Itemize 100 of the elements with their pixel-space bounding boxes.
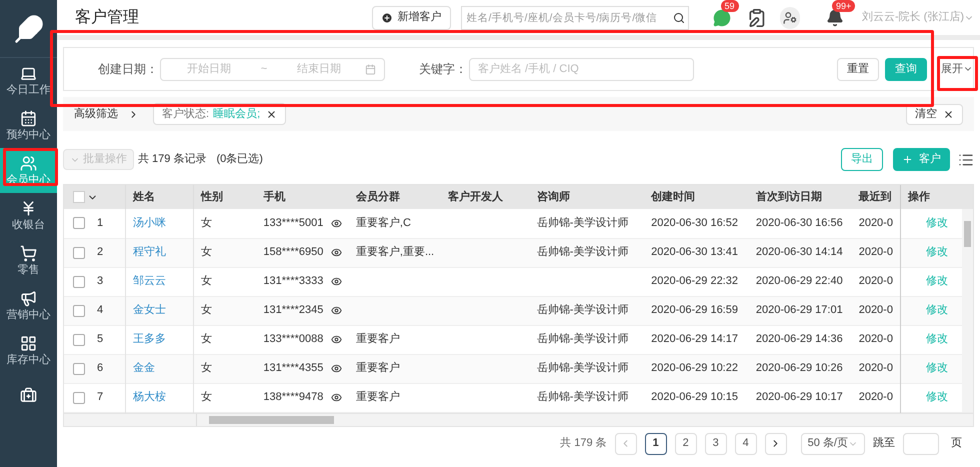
advanced-filter-link[interactable]: 高级筛选 (74, 106, 118, 122)
column-header: 姓名 (125, 185, 194, 209)
table-cell: 岳帅锦-美学设计师 (536, 391, 628, 404)
sidebar-item[interactable]: 收银台 (0, 193, 57, 238)
expand-button[interactable]: 展开 (941, 58, 973, 80)
keyword-field[interactable]: 客户姓名 /手机 / CIQ (469, 58, 694, 80)
column-header: 会员分群 (348, 185, 442, 209)
checkbox[interactable] (73, 392, 85, 404)
sidebar-item[interactable]: 预约中心 (0, 103, 57, 148)
eye-icon[interactable] (330, 247, 342, 258)
clear-button[interactable]: 清空 (906, 104, 963, 124)
page-button[interactable]: 2 (674, 432, 697, 454)
sidebar-item[interactable]: 库存中心 (0, 328, 57, 373)
customer-name-link[interactable]: 王多多 (132, 333, 166, 346)
table-cell: 2020-06-30 13:41 (651, 246, 738, 258)
table-cell: 2020-0 (858, 275, 893, 288)
calendar-icon (365, 64, 376, 74)
table-cell: 2020-06-29 22:40 (756, 275, 843, 288)
query-button[interactable]: 查询 (885, 58, 927, 80)
edit-link[interactable]: 修改 (926, 304, 948, 316)
checkbox[interactable] (73, 304, 85, 316)
table-cell-text: 131****2345 (263, 303, 324, 318)
column-header: 操作 (900, 185, 973, 209)
table-cell: 重要客户 (356, 391, 400, 404)
date-label: 创建日期： (98, 61, 158, 78)
customer-name-link[interactable]: 汤小咪 (132, 217, 166, 229)
checkbox[interactable] (73, 276, 85, 288)
checkbox[interactable] (73, 217, 85, 230)
row-number: 5 (97, 332, 104, 348)
table-cell: 女 (200, 304, 212, 316)
eye-icon[interactable] (330, 363, 342, 374)
page-button[interactable]: 3 (704, 432, 727, 454)
page-size-select[interactable]: 50 条/页 (800, 432, 865, 454)
tag-label: 客户状态: (162, 106, 210, 122)
column-header: 最近到 (852, 185, 900, 209)
table-cell: 岳帅锦-美学设计师 (536, 217, 628, 229)
table-cell: 女 (200, 246, 212, 258)
column-settings-icon[interactable] (958, 152, 974, 168)
eye-icon[interactable] (330, 218, 342, 229)
edit-link[interactable]: 修改 (926, 217, 948, 229)
table-cell: 重要客户,重要... (356, 246, 434, 258)
close-icon[interactable] (266, 108, 278, 120)
chat-icon[interactable] (712, 8, 731, 26)
table-cell-text: 138****9478 (263, 390, 324, 406)
eye-icon[interactable] (330, 276, 342, 287)
add-customer-button[interactable]: 新增客户 (372, 6, 451, 30)
row-number: 1 (97, 216, 104, 231)
table-cell-text: 133****0088 (263, 332, 324, 348)
user-menu[interactable]: 刘云云-院长 (张江店) (862, 9, 974, 26)
table-cell: 岳帅锦-美学设计师 (536, 333, 628, 346)
sidebar-item[interactable]: 零售 (0, 238, 57, 283)
clipboard-icon[interactable] (746, 6, 766, 28)
page-button[interactable]: 1 (644, 432, 667, 454)
reset-button[interactable]: 重置 (837, 58, 879, 80)
sidebar-item[interactable]: 营销中心 (0, 283, 57, 328)
customer-name-link[interactable]: 邹云云 (132, 275, 166, 288)
tag-value: 睡眠会员; (213, 106, 260, 122)
eye-icon[interactable] (330, 334, 342, 345)
bell-icon[interactable] (826, 8, 844, 26)
table-cell: 2020-06-29 22:32 (651, 275, 738, 288)
search-icon[interactable] (672, 12, 685, 24)
notification-badge: 99+ (832, 0, 856, 12)
edit-link[interactable]: 修改 (926, 333, 948, 346)
table-cell: 2020-06-29 14:36 (756, 333, 843, 346)
table-cell: 2020-0 (858, 391, 893, 404)
keyword-label: 关键字： (419, 61, 467, 78)
eye-icon[interactable] (330, 392, 342, 403)
customer-name-link[interactable]: 程守礼 (132, 246, 166, 258)
table-cell: 2020-0 (858, 362, 893, 374)
eye-icon[interactable] (330, 305, 342, 316)
edit-link[interactable]: 修改 (926, 275, 948, 288)
edit-link[interactable]: 修改 (926, 391, 948, 404)
column-header: 首次到访日期 (748, 185, 852, 209)
megaphone-icon (20, 290, 37, 307)
table-cell: 2020-06-29 16:59 (651, 304, 738, 316)
table-cell: 2020-06-29 10:15 (651, 391, 738, 404)
customer-name-link[interactable]: 金金 (132, 362, 155, 374)
checkbox[interactable] (73, 246, 85, 258)
customer-name-link[interactable]: 金女士 (132, 304, 166, 316)
page-button[interactable]: 4 (734, 432, 757, 454)
row-number: 7 (97, 390, 104, 406)
search-field[interactable]: 姓名/手机号/座机/会员卡号/病历号/微信 (460, 6, 689, 30)
close-icon (943, 108, 954, 120)
checkbox[interactable] (73, 334, 85, 346)
add-customer-button[interactable]: 客户 (893, 148, 950, 171)
checkbox[interactable] (73, 191, 85, 203)
staff-icon[interactable] (780, 6, 800, 28)
selected-count: (0条已选) (216, 152, 263, 168)
edit-link[interactable]: 修改 (926, 246, 948, 258)
sidebar-item[interactable]: 今日工作 (0, 58, 57, 103)
export-button[interactable]: 导出 (841, 148, 883, 171)
customer-name-link[interactable]: 杨大桉 (132, 391, 166, 404)
users-icon (20, 155, 37, 172)
checkbox[interactable] (73, 362, 85, 374)
date-range-field[interactable]: 开始日期 ~ 结束日期 (160, 58, 385, 80)
medical-kit-icon (20, 387, 37, 404)
table-cell: 2020-06-30 16:52 (651, 217, 738, 229)
table-cell-text: 158****6950 (263, 245, 324, 260)
page-number-field[interactable] (903, 432, 939, 454)
edit-link[interactable]: 修改 (926, 362, 948, 374)
